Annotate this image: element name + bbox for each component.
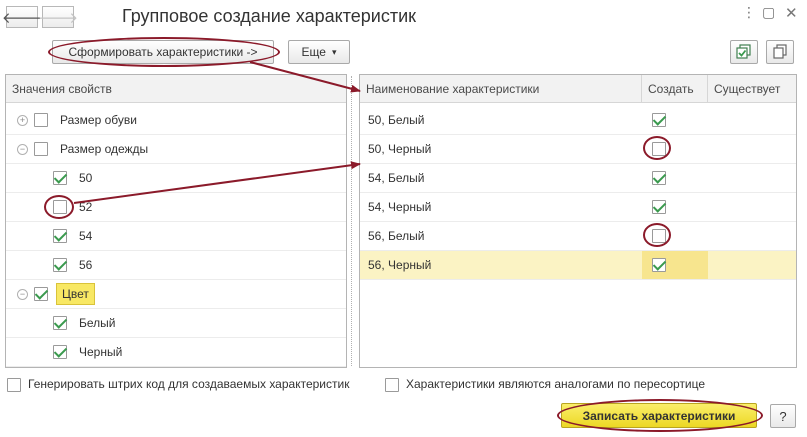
tree-checkbox[interactable]	[34, 287, 48, 301]
barcode-label: Генерировать штрих код для создаваемых х…	[28, 377, 350, 391]
window-title: Групповое создание характеристик	[122, 6, 417, 26]
tree-row[interactable]: 54	[6, 222, 346, 251]
annotation-oval-generate	[48, 37, 280, 67]
analogs-label: Характеристики являются аналогами по пер…	[406, 377, 706, 391]
tree-checkbox[interactable]	[53, 171, 67, 185]
column-header-create[interactable]: Создать	[642, 75, 708, 103]
column-header-exists[interactable]: Существует	[708, 75, 796, 103]
create-checkbox[interactable]	[652, 258, 666, 272]
collapse-icon[interactable]: −	[17, 144, 28, 155]
column-header-name[interactable]: Наименование характеристики	[360, 75, 642, 103]
characteristic-name: 56, Белый	[368, 229, 425, 243]
annotation-oval-save	[557, 399, 763, 432]
tree-row[interactable]: 50	[6, 164, 346, 193]
property-values-panel: Значения свойств + Размер обуви − Размер од…	[5, 74, 347, 368]
tree-item-label: 52	[79, 200, 93, 214]
more-button[interactable]: Еще ▾	[288, 40, 350, 64]
copy-icon	[773, 44, 787, 59]
tree-row[interactable]: − Размер одежды	[6, 135, 346, 164]
collapse-icon[interactable]: −	[17, 289, 28, 300]
table-row[interactable]: 54, Черный	[360, 193, 796, 222]
more-label: Еще	[301, 45, 326, 59]
arrow-left-icon: 🡐	[1, 9, 43, 27]
arrow-right-icon: 🡒	[37, 9, 79, 27]
tree-item-label: 50	[79, 171, 93, 185]
annotation-oval-56-white	[643, 223, 671, 247]
tree-checkbox[interactable]	[53, 258, 67, 272]
tree-checkbox[interactable]	[53, 229, 67, 243]
table-row[interactable]: 56, Белый	[360, 222, 796, 251]
tree-row[interactable]: Черный	[6, 338, 346, 367]
create-checkbox[interactable]	[652, 171, 666, 185]
tree-row[interactable]: + Размер обуви	[6, 106, 346, 135]
tree-checkbox[interactable]	[53, 345, 67, 359]
table-row[interactable]: 50, Черный	[360, 135, 796, 164]
barcode-checkbox[interactable]	[7, 378, 21, 392]
tree-item-label: Черный	[79, 345, 123, 359]
tree-item-label: Размер обуви	[60, 113, 137, 127]
maximize-icon[interactable]: ▢	[762, 4, 775, 21]
create-checkbox[interactable]	[652, 113, 666, 127]
table-row[interactable]: 50, Белый	[360, 106, 796, 135]
checklist-icon	[736, 44, 751, 59]
close-icon[interactable]: ✕	[785, 4, 798, 22]
more-vertical-icon[interactable]: ⋮	[742, 4, 756, 21]
splitter[interactable]	[351, 76, 352, 366]
tree-row[interactable]: 56	[6, 251, 346, 280]
tree-checkbox[interactable]	[34, 142, 48, 156]
property-values-header: Значения свойств	[6, 75, 346, 103]
copy-button[interactable]	[766, 40, 794, 64]
tree-item-label: Белый	[79, 316, 116, 330]
tree-checkbox[interactable]	[34, 113, 48, 127]
tree-checkbox[interactable]	[53, 316, 67, 330]
tree-item-label: Размер одежды	[60, 142, 149, 156]
tree-row[interactable]: − Цвет	[6, 280, 346, 309]
characteristic-name: 54, Черный	[368, 200, 432, 214]
chevron-down-icon: ▾	[331, 46, 337, 57]
tree-item-label: Цвет	[56, 283, 95, 305]
characteristic-name: 54, Белый	[368, 171, 425, 185]
annotation-oval-50-black	[643, 136, 671, 160]
help-label: ?	[779, 408, 787, 424]
tree-row[interactable]: Белый	[6, 309, 346, 338]
back-button[interactable]: 🡐	[2, 6, 42, 28]
checklist-button[interactable]	[730, 40, 758, 64]
table-row[interactable]: 56, Черный	[360, 251, 796, 280]
characteristics-table: Наименование характеристики Создать Суще…	[359, 74, 797, 368]
tree-item-label: 54	[79, 229, 93, 243]
forward-button[interactable]: 🡒	[38, 6, 78, 28]
table-row[interactable]: 54, Белый	[360, 164, 796, 193]
annotation-oval-52	[44, 195, 74, 219]
characteristic-name: 50, Белый	[368, 113, 425, 127]
tree-item-label: 56	[79, 258, 93, 272]
expand-icon[interactable]: +	[17, 115, 28, 126]
characteristic-name: 56, Черный	[368, 258, 432, 272]
help-button[interactable]: ?	[770, 404, 796, 428]
analogs-checkbox[interactable]	[385, 378, 399, 392]
characteristic-name: 50, Черный	[368, 142, 432, 156]
create-checkbox[interactable]	[652, 200, 666, 214]
